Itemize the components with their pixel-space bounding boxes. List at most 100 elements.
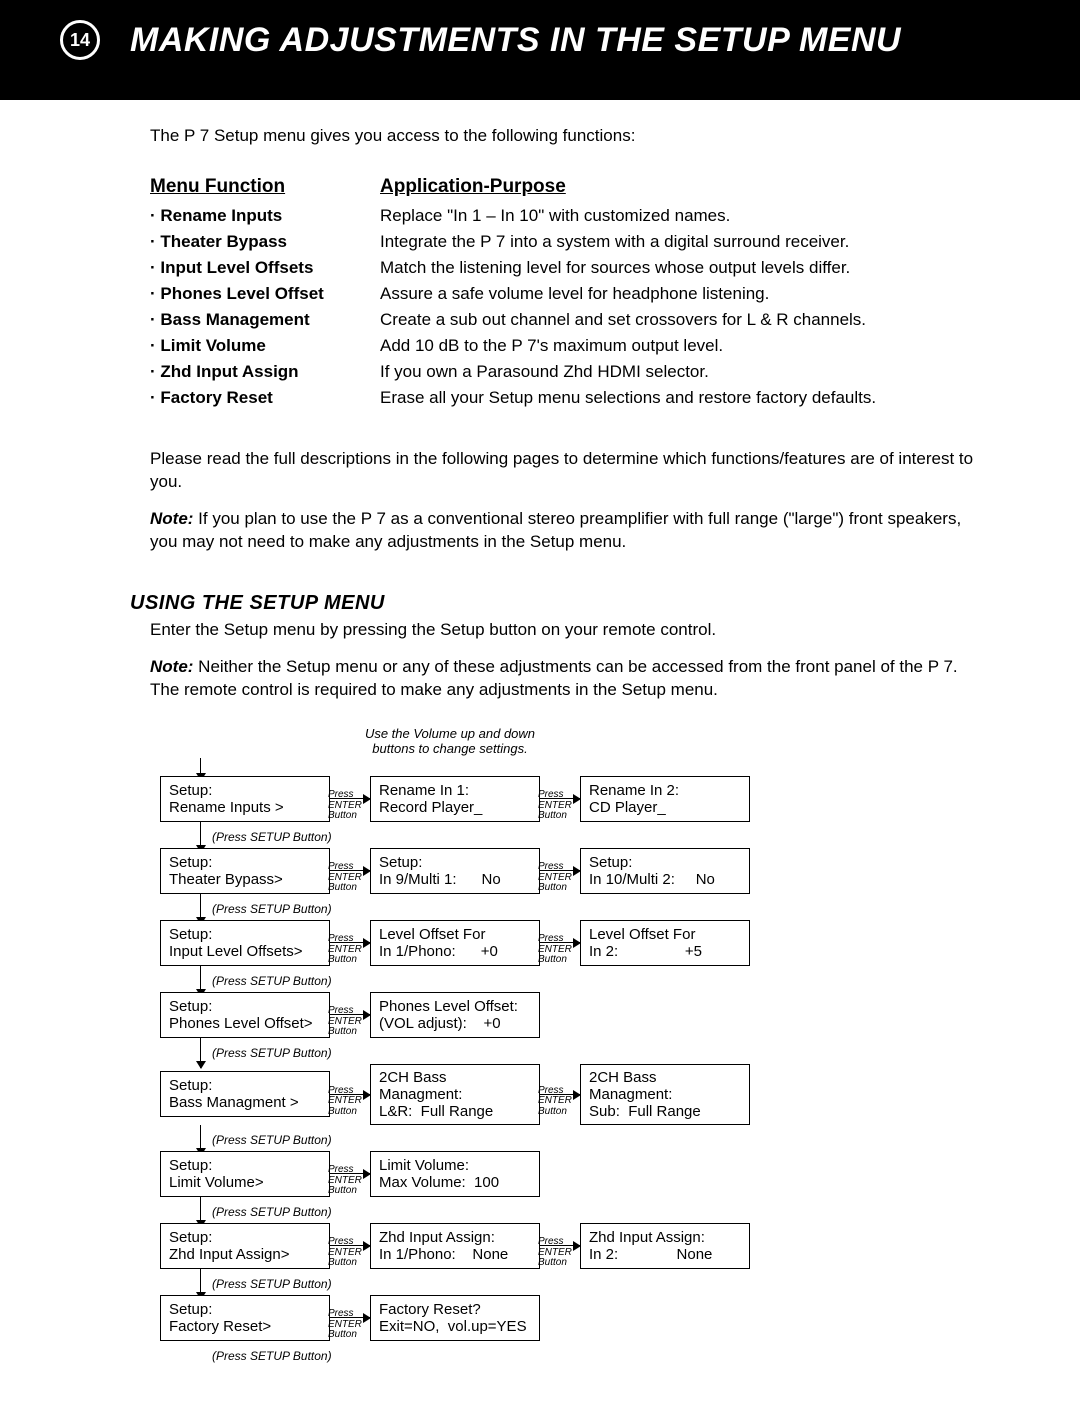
col-header-application-purpose: Application-Purpose — [380, 176, 566, 198]
step-box-line1: Setup: — [169, 854, 321, 871]
step-box-line2: Phones Level Offset> — [169, 1015, 321, 1032]
step-box-line1: Setup: — [169, 1229, 321, 1246]
step-box-line1: Rename In 2: — [589, 782, 741, 799]
application-purpose-cell: Match the listening level for sources wh… — [380, 258, 990, 278]
diagram-row: Setup:Zhd Input Assign>PressENTERButtonZ… — [160, 1223, 940, 1269]
diagram-step-box: Phones Level Offset:(VOL adjust): +0 — [370, 992, 540, 1038]
application-purpose-cell: If you own a Parasound Zhd HDMI selector… — [380, 362, 990, 382]
diagram-row: Setup:Limit Volume>PressENTERButtonLimit… — [160, 1151, 940, 1197]
step-box-line1: Setup: — [379, 854, 531, 871]
table-row: · Limit Volume Add 10 dB to the P 7's max… — [150, 336, 990, 356]
diagram-step-box: Setup:Theater Bypass> — [160, 848, 330, 894]
section-heading-using-setup: USING THE SETUP MENU — [130, 592, 990, 615]
setup-button-label: (Press SETUP Button) — [212, 974, 332, 988]
step-box-line1: Setup: — [169, 1157, 321, 1174]
diagram-step-box: Setup:Rename Inputs > — [160, 776, 330, 822]
setup-button-label: (Press SETUP Button) — [212, 1046, 332, 1060]
enter-arrow: PressENTERButton — [330, 1094, 370, 1095]
diagram-step-box: 2CH Bass Managment:Sub: Full Range — [580, 1064, 750, 1125]
step-box-line2: CD Player_ — [589, 799, 741, 816]
step-box-line2: In 1/Phono: +0 — [379, 943, 531, 960]
table-row: · Phones Level Offset Assure a safe volum… — [150, 284, 990, 304]
header-bar: 14 MAKING ADJUSTMENTS IN THE SETUP MENU — [0, 0, 1080, 100]
table-row: · Theater Bypass Integrate the P 7 into a… — [150, 232, 990, 252]
step-box-line1: Setup: — [169, 926, 321, 943]
menu-function-cell: · Phones Level Offset — [150, 284, 350, 304]
note-text: If you plan to use the P 7 as a conventi… — [150, 509, 961, 551]
diagram-top-hint: Use the Volume up and down buttons to ch… — [350, 726, 550, 756]
menu-function-cell: · Bass Management — [150, 310, 350, 330]
table-header-row: Menu Function Application-Purpose — [150, 176, 990, 198]
setup-button-label: (Press SETUP Button) — [212, 1277, 332, 1291]
diagram-step-box: Level Offset ForIn 2: +5 — [580, 920, 750, 966]
note-paragraph: Note: If you plan to use the P 7 as a co… — [150, 508, 990, 554]
page-title: MAKING ADJUSTMENTS IN THE SETUP MENU — [130, 21, 901, 60]
diagram-row: Setup:Input Level Offsets> PressENTERButt… — [160, 920, 940, 966]
diagram-step-box: Level Offset ForIn 1/Phono: +0 — [370, 920, 540, 966]
step-box-line2: Factory Reset> — [169, 1318, 321, 1335]
paragraph: Please read the full descriptions in the… — [150, 448, 990, 494]
setup-button-connector: (Press SETUP Button) — [200, 898, 940, 920]
diagram-step-box: Rename In 1:Record Player_ — [370, 776, 540, 822]
page-number-badge: 14 — [60, 20, 100, 60]
enter-arrow: PressENTERButton — [330, 1317, 370, 1318]
diagram-step-box: Limit Volume:Max Volume: 100 — [370, 1151, 540, 1197]
enter-arrow: PressENTERButton — [540, 1245, 580, 1246]
step-box-line1: 2CH Bass Managment: — [379, 1069, 531, 1103]
setup-button-connector: (Press SETUP Button) — [200, 1273, 940, 1295]
step-box-line1: Setup: — [169, 1077, 321, 1094]
step-box-line2: In 1/Phono: None — [379, 1246, 531, 1263]
step-box-line1: 2CH Bass Managment: — [589, 1069, 741, 1103]
diagram-row: Setup:Phones Level Offset>PressENTERButt… — [160, 992, 940, 1038]
enter-arrow: PressENTERButton — [540, 1094, 580, 1095]
step-box-line2: L&R: Full Range — [379, 1103, 531, 1120]
diagram-row: Setup:Factory Reset>PressENTERButton Fact… — [160, 1295, 940, 1341]
step-box-line2: Record Player_ — [379, 799, 531, 816]
menu-function-cell: · Limit Volume — [150, 336, 350, 356]
table-row: · Factory ResetErase all your Setup menu… — [150, 388, 990, 408]
step-box-line2: (VOL adjust): +0 — [379, 1015, 531, 1032]
diagram-row: Setup:Theater Bypass>PressENTERButtonSet… — [160, 848, 940, 894]
diagram-step-box: Setup:Input Level Offsets> — [160, 920, 330, 966]
enter-arrow: PressENTERButton — [540, 942, 580, 943]
menu-function-table: Menu Function Application-Purpose · Rena… — [150, 176, 990, 408]
step-box-line2: Bass Managment > — [169, 1094, 321, 1111]
diagram-step-box: Setup:Limit Volume> — [160, 1151, 330, 1197]
application-purpose-cell: Assure a safe volume level for headphone… — [380, 284, 990, 304]
application-purpose-cell: Integrate the P 7 into a system with a d… — [380, 232, 990, 252]
setup-button-connector: (Press SETUP Button) — [200, 1129, 940, 1151]
step-box-line2: In 10/Multi 2: No — [589, 871, 741, 888]
enter-arrow: PressENTERButton — [330, 870, 370, 871]
diagram-step-box: Setup:Factory Reset> — [160, 1295, 330, 1341]
step-box-line2: In 2: +5 — [589, 943, 741, 960]
note-label: Note: — [150, 657, 193, 676]
setup-button-label: (Press SETUP Button) — [212, 1349, 332, 1363]
setup-button-label: (Press SETUP Button) — [212, 830, 332, 844]
diagram-step-box: Rename In 2:CD Player_ — [580, 776, 750, 822]
setup-button-connector: (Press SETUP Button) — [200, 1042, 940, 1064]
application-purpose-cell: Add 10 dB to the P 7's maximum output le… — [380, 336, 990, 356]
enter-arrow: PressENTERButton — [330, 1173, 370, 1174]
diagram-step-box: Setup:Bass Managment > — [160, 1071, 330, 1117]
diagram-step-box: Setup:In 9/Multi 1: No — [370, 848, 540, 894]
menu-function-cell: · Input Level Offsets — [150, 258, 350, 278]
step-box-line2: Max Volume: 100 — [379, 1174, 531, 1191]
setup-menu-flow-diagram: Use the Volume up and down buttons to ch… — [160, 726, 940, 1367]
step-box-line2: Limit Volume> — [169, 1174, 321, 1191]
step-box-line2: Input Level Offsets> — [169, 943, 321, 960]
diagram-row: Setup:Bass Managment >PressENTERButton2C… — [160, 1064, 940, 1125]
application-purpose-cell: Erase all your Setup menu selections and… — [380, 388, 990, 408]
enter-arrow: PressENTERButton — [540, 798, 580, 799]
step-box-line1: Setup: — [589, 854, 741, 871]
diagram-step-box: Zhd Input Assign:In 1/Phono: None — [370, 1223, 540, 1269]
step-box-line1: Zhd Input Assign: — [379, 1229, 531, 1246]
note-label: Note: — [150, 509, 193, 528]
diagram-step-box: 2CH Bass Managment:L&R: Full Range — [370, 1064, 540, 1125]
table-row: · Input Level Offsets Match the listening… — [150, 258, 990, 278]
step-box-line2: Exit=NO, vol.up=YES — [379, 1318, 531, 1335]
page-number: 14 — [70, 30, 90, 51]
step-box-line1: Factory Reset? — [379, 1301, 531, 1318]
setup-button-connector: (Press SETUP Button) — [200, 1345, 940, 1367]
menu-function-cell: · Theater Bypass — [150, 232, 350, 252]
step-box-line2: Sub: Full Range — [589, 1103, 741, 1120]
